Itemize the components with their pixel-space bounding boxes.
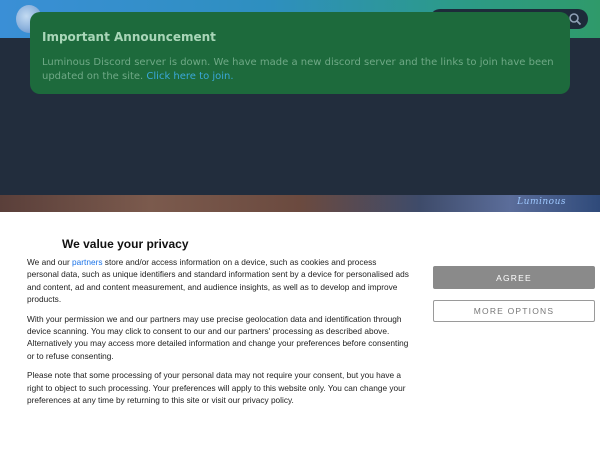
agree-button[interactable]: AGREE [433, 266, 595, 289]
announcement-message: Luminous Discord server is down. We have… [42, 57, 554, 82]
join-discord-link[interactable]: Click here to join. [146, 71, 233, 82]
consent-paragraph-2: With your permission we and our partners… [27, 313, 409, 361]
consent-paragraph-1: We and our partners store and/or access … [27, 256, 409, 306]
consent-paragraph-3: Please note that some processing of your… [27, 370, 406, 406]
consent-p1-start: We and our [27, 257, 73, 267]
more-options-button[interactable]: MORE OPTIONS [433, 300, 595, 322]
partners-link[interactable]: partners [72, 257, 102, 267]
consent-title: We value your privacy [62, 237, 189, 251]
announcement-popup: Important Announcement Luminous Discord … [30, 12, 570, 94]
privacy-consent-dialog: We value your privacy We and our partner… [0, 212, 600, 450]
hero-banner: Luminous [0, 195, 600, 212]
consent-body: We and our partners store and/or access … [27, 256, 409, 413]
announcement-text: Luminous Discord server is down. We have… [42, 56, 558, 84]
banner-logo: Luminous [517, 197, 566, 207]
search-icon[interactable] [568, 12, 582, 26]
announcement-title: Important Announcement [42, 30, 216, 44]
